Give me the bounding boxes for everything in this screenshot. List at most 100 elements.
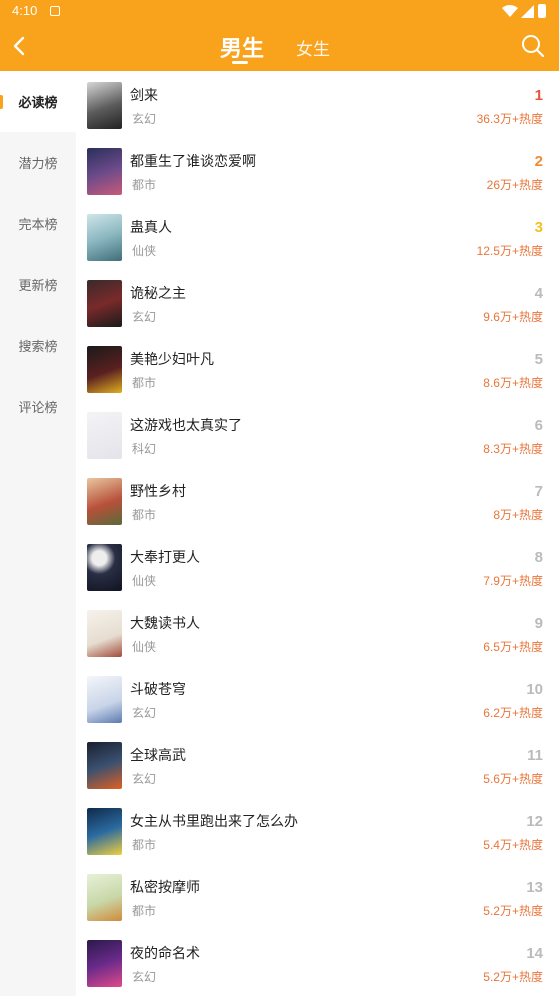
rank-number: 3 <box>534 219 543 236</box>
ranking-sidebar: 必读榜 潜力榜 完本榜 更新榜 搜索榜 评论榜 <box>0 71 76 996</box>
sidebar-item-label: 完本榜 <box>18 217 58 232</box>
heat-count: 8万+热度 <box>493 508 543 522</box>
book-title: 剑来 <box>130 87 158 103</box>
sidebar-item-updates[interactable]: 更新榜 <box>0 254 76 315</box>
book-genre: 玄幻 <box>132 772 157 786</box>
book-row[interactable]: 女主从书里跑出来了怎么办 都市 12 5.4万+热度 <box>76 797 559 863</box>
heat-count: 8.3万+热度 <box>483 442 543 456</box>
sidebar-item-label: 搜索榜 <box>18 339 58 354</box>
battery-icon <box>538 4 546 18</box>
book-row[interactable]: 全球高武 玄幻 11 5.6万+热度 <box>76 731 559 797</box>
book-row[interactable]: 都重生了谁谈恋爱啊 都市 2 26万+热度 <box>76 137 559 203</box>
book-cover <box>87 940 122 987</box>
back-arrow-icon[interactable] <box>8 34 32 58</box>
sidebar-item-comments[interactable]: 评论榜 <box>0 376 76 437</box>
sidebar-item-completed[interactable]: 完本榜 <box>0 193 76 254</box>
app-header: 4:10 男生 女生 <box>0 0 559 71</box>
sidebar-item-label: 更新榜 <box>18 278 58 293</box>
rank-number: 10 <box>526 681 543 698</box>
tab-male[interactable]: 男生 <box>220 31 264 63</box>
book-genre: 都市 <box>132 178 157 192</box>
rank-number: 9 <box>534 615 543 632</box>
heat-count: 9.6万+热度 <box>483 310 543 324</box>
book-title: 私密按摩师 <box>130 879 200 895</box>
book-cover <box>87 478 122 525</box>
book-cover <box>87 148 122 195</box>
book-title: 全球高武 <box>130 747 186 763</box>
sidebar-item-label: 潜力榜 <box>18 156 58 171</box>
heat-count: 5.4万+热度 <box>483 838 543 852</box>
book-row[interactable]: 蛊真人 仙侠 3 12.5万+热度 <box>76 203 559 269</box>
book-genre: 玄幻 <box>132 970 157 984</box>
rank-number: 4 <box>534 285 543 302</box>
book-genre: 都市 <box>132 904 157 918</box>
sidebar-item-search[interactable]: 搜索榜 <box>0 315 76 376</box>
book-genre: 都市 <box>132 838 157 852</box>
book-title: 大魏读书人 <box>130 615 200 631</box>
active-indicator <box>0 95 3 109</box>
book-genre: 科幻 <box>132 442 157 456</box>
notification-icon <box>50 6 60 16</box>
book-row[interactable]: 诡秘之主 玄幻 4 9.6万+热度 <box>76 269 559 335</box>
search-icon[interactable] <box>520 33 546 59</box>
heat-count: 6.2万+热度 <box>483 706 543 720</box>
book-row[interactable]: 夜的命名术 玄幻 14 5.2万+热度 <box>76 929 559 995</box>
rank-number: 11 <box>527 747 543 764</box>
rank-number: 6 <box>534 417 543 434</box>
heat-count: 5.2万+热度 <box>483 904 543 918</box>
rank-number: 14 <box>526 945 543 962</box>
heat-count: 5.2万+热度 <box>483 970 543 984</box>
book-genre: 仙侠 <box>132 640 157 654</box>
wifi-icon <box>502 5 518 17</box>
book-title: 诡秘之主 <box>130 285 186 301</box>
heat-count: 26万+热度 <box>486 178 543 192</box>
book-row[interactable]: 剑来 玄幻 1 36.3万+热度 <box>76 71 559 137</box>
rank-number: 5 <box>534 351 543 368</box>
book-title: 蛊真人 <box>130 219 172 235</box>
book-cover <box>87 214 122 261</box>
heat-count: 36.3万+热度 <box>476 112 543 126</box>
book-row[interactable]: 美艳少妇叶凡 都市 5 8.6万+热度 <box>76 335 559 401</box>
status-bar: 4:10 <box>0 0 559 24</box>
book-row[interactable]: 私密按摩师 都市 13 5.2万+热度 <box>76 863 559 929</box>
active-tab-indicator <box>232 61 248 64</box>
book-genre: 玄幻 <box>132 310 157 324</box>
tab-female[interactable]: 女生 <box>296 35 330 60</box>
book-genre: 玄幻 <box>132 706 157 720</box>
sidebar-item-label: 评论榜 <box>18 400 58 415</box>
book-row[interactable]: 野性乡村 都市 7 8万+热度 <box>76 467 559 533</box>
book-row[interactable]: 斗破苍穹 玄幻 10 6.2万+热度 <box>76 665 559 731</box>
heat-count: 8.6万+热度 <box>483 376 543 390</box>
book-cover <box>87 610 122 657</box>
book-title: 这游戏也太真实了 <box>130 417 242 433</box>
rank-number: 8 <box>534 549 543 566</box>
sidebar-item-label: 必读榜 <box>18 95 58 110</box>
rank-number: 1 <box>534 87 543 104</box>
status-time: 4:10 <box>12 3 38 18</box>
heat-count: 6.5万+热度 <box>483 640 543 654</box>
book-cover <box>87 874 122 921</box>
signal-icon <box>521 5 534 18</box>
book-genre: 都市 <box>132 376 157 390</box>
book-cover <box>87 280 122 327</box>
book-genre: 都市 <box>132 508 157 522</box>
book-cover <box>87 346 122 393</box>
book-row[interactable]: 大奉打更人 仙侠 8 7.9万+热度 <box>76 533 559 599</box>
book-row[interactable]: 这游戏也太真实了 科幻 6 8.3万+热度 <box>76 401 559 467</box>
book-title: 野性乡村 <box>130 483 186 499</box>
rank-number: 13 <box>526 879 543 896</box>
sidebar-item-must-read[interactable]: 必读榜 <box>0 71 76 132</box>
sidebar-item-potential[interactable]: 潜力榜 <box>0 132 76 193</box>
book-ranking-list: 剑来 玄幻 1 36.3万+热度 都重生了谁谈恋爱啊 都市 2 26万+热度 蛊… <box>76 71 559 996</box>
book-title: 大奉打更人 <box>130 549 200 565</box>
rank-number: 7 <box>534 483 543 500</box>
book-cover <box>87 808 122 855</box>
book-cover <box>87 544 122 591</box>
rank-number: 12 <box>526 813 543 830</box>
book-cover <box>87 82 122 129</box>
book-cover <box>87 742 122 789</box>
heat-count: 12.5万+热度 <box>476 244 543 258</box>
book-genre: 仙侠 <box>132 244 157 258</box>
book-row[interactable]: 大魏读书人 仙侠 9 6.5万+热度 <box>76 599 559 665</box>
book-genre: 仙侠 <box>132 574 157 588</box>
